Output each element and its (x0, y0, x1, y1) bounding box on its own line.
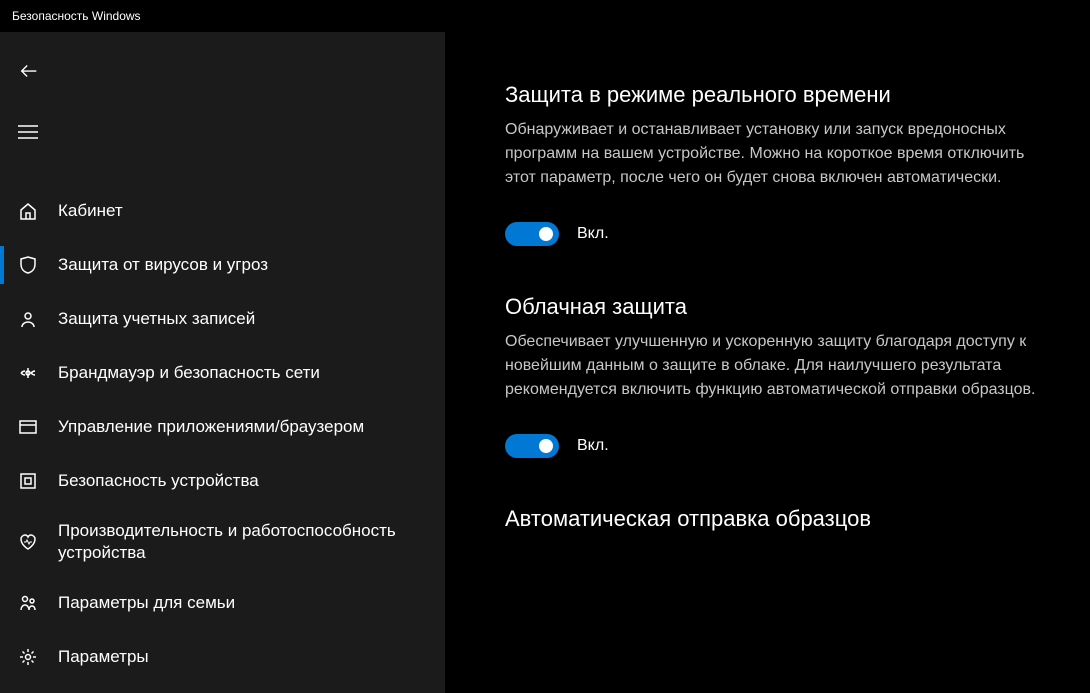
gear-icon (18, 647, 38, 667)
section-description: Обнаруживает и останавливает установку и… (505, 118, 1055, 190)
sidebar-item-account-protection[interactable]: Защита учетных записей (0, 292, 445, 346)
account-icon (18, 309, 38, 329)
section-realtime-protection: Защита в режиме реального времени Обнару… (505, 82, 1055, 246)
sidebar-item-device-performance[interactable]: Производительность и работоспособность у… (0, 508, 445, 576)
toggle-row: Вкл. (505, 434, 1055, 458)
section-title: Автоматическая отправка образцов (505, 506, 1055, 532)
hamburger-icon (18, 125, 38, 139)
toggle-label: Вкл. (577, 437, 609, 455)
sidebar-item-family-options[interactable]: Параметры для семьи (0, 576, 445, 630)
sidebar-item-firewall[interactable]: Брандмауэр и безопасность сети (0, 346, 445, 400)
sidebar-item-label: Параметры для семьи (58, 592, 235, 614)
section-title: Облачная защита (505, 294, 1055, 320)
sidebar-item-label: Безопасность устройства (58, 470, 259, 492)
toggle-knob (539, 227, 553, 241)
sidebar-item-home[interactable]: Кабинет (0, 184, 445, 238)
network-icon (18, 363, 38, 383)
toggle-knob (539, 439, 553, 453)
section-title: Защита в режиме реального времени (505, 82, 1055, 108)
sidebar-item-label: Брандмауэр и безопасность сети (58, 362, 320, 384)
window-title: Безопасность Windows (12, 9, 141, 23)
content-area: Защита в режиме реального времени Обнару… (445, 32, 1090, 693)
realtime-protection-toggle[interactable] (505, 222, 559, 246)
family-icon (18, 593, 38, 613)
section-cloud-protection: Облачная защита Обеспечивает улучшенную … (505, 294, 1055, 458)
toggle-row: Вкл. (505, 222, 1055, 246)
sidebar-item-label: Управление приложениями/браузером (58, 416, 364, 438)
device-security-icon (18, 471, 38, 491)
home-icon (18, 201, 38, 221)
arrow-left-icon (18, 60, 40, 82)
sidebar-item-label: Защита от вирусов и угроз (58, 254, 268, 276)
back-button[interactable] (0, 50, 46, 92)
cloud-protection-toggle[interactable] (505, 434, 559, 458)
sidebar-item-label: Кабинет (58, 200, 123, 222)
titlebar: Безопасность Windows (0, 0, 1090, 32)
sidebar: Кабинет Защита от вирусов и угроз Защита… (0, 32, 445, 693)
sidebar-item-label: Параметры (58, 646, 149, 668)
sidebar-item-virus-protection[interactable]: Защита от вирусов и угроз (0, 238, 445, 292)
shield-icon (18, 255, 38, 275)
section-description: Обеспечивает улучшенную и ускоренную защ… (505, 330, 1055, 402)
section-sample-submission: Автоматическая отправка образцов (505, 506, 1055, 532)
sidebar-item-label: Производительность и работоспособность у… (58, 520, 445, 564)
hamburger-button[interactable] (0, 110, 46, 154)
sidebar-item-label: Защита учетных записей (58, 308, 255, 330)
sidebar-item-device-security[interactable]: Безопасность устройства (0, 454, 445, 508)
sidebar-item-settings[interactable]: Параметры (0, 630, 445, 684)
heart-icon (18, 532, 38, 552)
toggle-label: Вкл. (577, 225, 609, 243)
app-browser-icon (18, 417, 38, 437)
sidebar-item-app-browser-control[interactable]: Управление приложениями/браузером (0, 400, 445, 454)
